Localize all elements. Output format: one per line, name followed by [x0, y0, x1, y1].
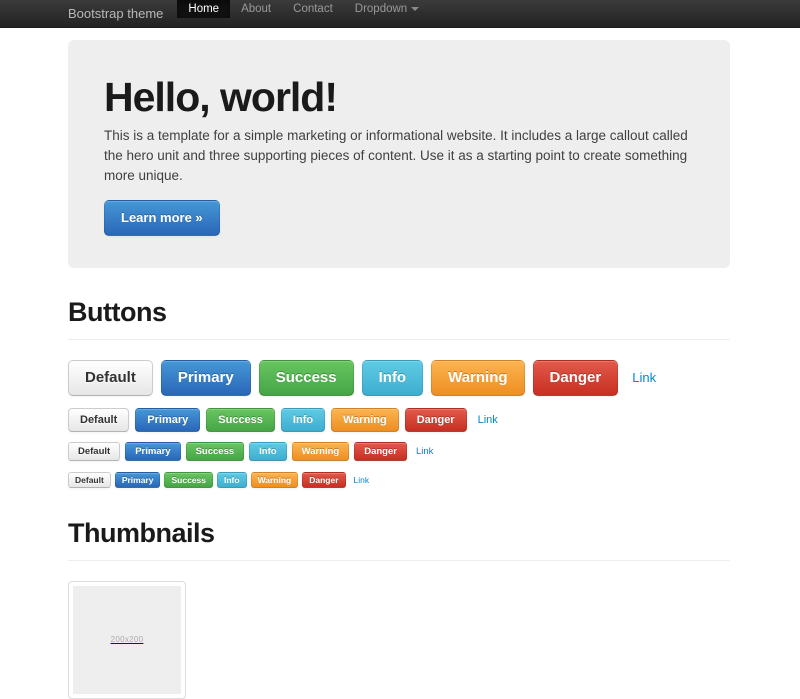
hero-title: Hello, world! — [104, 74, 730, 120]
buttons-section-divider — [68, 339, 730, 340]
navbar-brand[interactable]: Bootstrap theme — [68, 0, 177, 27]
button-link-small[interactable]: Link — [412, 443, 433, 461]
nav-list-item: Contact — [282, 0, 344, 27]
button-warning-small[interactable]: Warning — [292, 442, 350, 461]
nav-list-item: About — [230, 0, 282, 27]
button-info-small[interactable]: Info — [249, 442, 286, 461]
button-row-default: Default Primary Success Info Warning Dan… — [68, 408, 730, 432]
thumbnails-row: 200x200 — [68, 581, 730, 699]
button-default-large[interactable]: Default — [68, 360, 153, 396]
button-success-default[interactable]: Success — [206, 408, 275, 432]
buttons-section-title: Buttons — [68, 294, 730, 330]
button-success-small[interactable]: Success — [186, 442, 245, 461]
thumbnails-section-divider — [68, 560, 730, 561]
button-row-mini: Default Primary Success Info Warning Dan… — [68, 471, 730, 489]
thumbnails-section: Thumbnails 200x200 — [68, 515, 730, 699]
button-danger-large[interactable]: Danger — [533, 360, 619, 396]
nav-list-item: Dropdown — [344, 0, 430, 27]
button-warning-mini[interactable]: Warning — [251, 472, 299, 488]
thumbnail-placeholder-label: 200x200 — [73, 586, 181, 694]
nav-item-dropdown[interactable]: Dropdown — [344, 0, 430, 18]
page-container: Hello, world! This is a template for a s… — [68, 40, 730, 699]
button-primary-large[interactable]: Primary — [161, 360, 251, 396]
button-danger-mini[interactable]: Danger — [302, 472, 345, 488]
button-warning-default[interactable]: Warning — [331, 408, 399, 432]
thumbnail-item[interactable]: 200x200 — [68, 581, 186, 699]
navbar-nav: Home About Contact Dropdown — [177, 0, 430, 27]
nav-item-contact[interactable]: Contact — [282, 0, 344, 18]
button-info-mini[interactable]: Info — [217, 472, 247, 488]
button-success-mini[interactable]: Success — [164, 472, 213, 488]
buttons-section: Buttons Default Primary Success Info War… — [68, 294, 730, 489]
button-info-large[interactable]: Info — [362, 360, 424, 396]
learn-more-button[interactable]: Learn more » — [104, 200, 220, 236]
nav-item-home[interactable]: Home — [177, 0, 230, 18]
button-default-default[interactable]: Default — [68, 408, 129, 432]
hero-unit: Hello, world! This is a template for a s… — [68, 40, 730, 268]
navbar: Bootstrap theme Home About Contact Dropd… — [0, 0, 800, 28]
nav-list-item: Home — [177, 0, 230, 27]
chevron-down-icon — [411, 7, 419, 11]
button-row-large: Default Primary Success Info Warning Dan… — [68, 360, 730, 396]
button-link-default[interactable]: Link — [473, 411, 498, 429]
button-primary-default[interactable]: Primary — [135, 408, 200, 432]
button-default-mini[interactable]: Default — [68, 472, 111, 488]
button-link-mini[interactable]: Link — [350, 471, 370, 489]
button-danger-default[interactable]: Danger — [405, 408, 467, 432]
button-row-small: Default Primary Success Info Warning Dan… — [68, 442, 730, 461]
button-success-large[interactable]: Success — [259, 360, 354, 396]
nav-item-about[interactable]: About — [230, 0, 282, 18]
button-warning-large[interactable]: Warning — [431, 360, 524, 396]
thumbnails-section-title: Thumbnails — [68, 515, 730, 551]
button-info-default[interactable]: Info — [281, 408, 325, 432]
hero-description: This is a template for a simple marketin… — [104, 126, 696, 186]
button-danger-small[interactable]: Danger — [354, 442, 407, 461]
button-primary-mini[interactable]: Primary — [115, 472, 161, 488]
button-primary-small[interactable]: Primary — [125, 442, 180, 461]
button-link-large[interactable]: Link — [626, 369, 656, 387]
button-default-small[interactable]: Default — [68, 442, 120, 461]
nav-item-dropdown-label: Dropdown — [355, 0, 407, 18]
